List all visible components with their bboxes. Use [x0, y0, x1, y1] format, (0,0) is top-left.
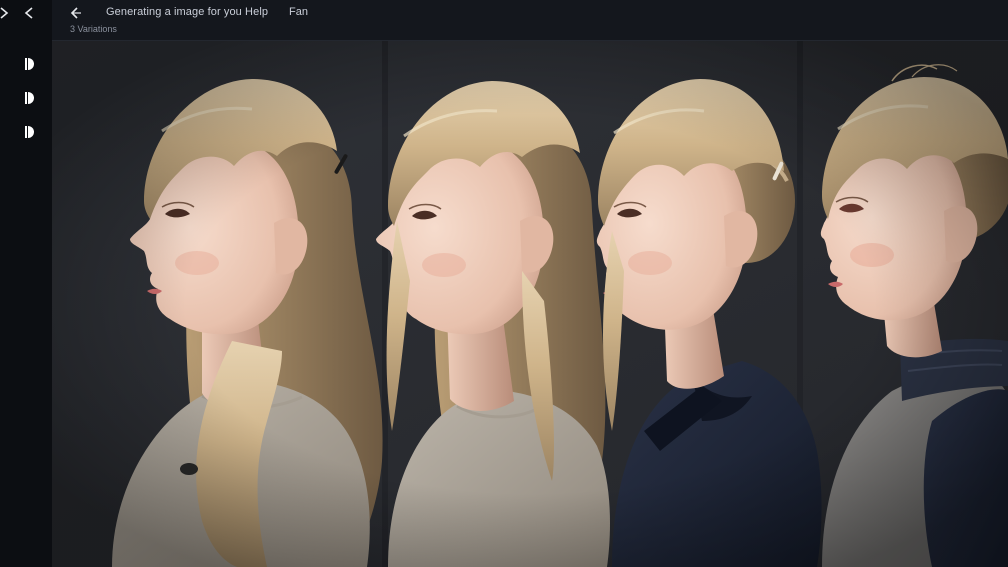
- chevron-left-icon[interactable]: [22, 6, 36, 20]
- variations-label: 3 Variations: [70, 24, 117, 34]
- half-circle-icon[interactable]: [22, 124, 38, 140]
- document-title: Generating a image for you Help: [106, 6, 269, 18]
- left-rail: [0, 0, 53, 567]
- half-circle-icon[interactable]: [22, 56, 38, 72]
- chevron-right-icon[interactable]: [0, 6, 11, 20]
- app-window: Generating a image for you Help Fan 3 Va…: [0, 0, 1008, 567]
- menu-item-fan[interactable]: Fan: [289, 6, 308, 18]
- back-arrow-icon[interactable]: [69, 6, 83, 20]
- image-canvas[interactable]: [52, 41, 1008, 567]
- generated-image: [52, 41, 1008, 567]
- top-bar: Generating a image for you Help Fan 3 Va…: [52, 0, 1008, 41]
- half-circle-icon[interactable]: [22, 90, 38, 106]
